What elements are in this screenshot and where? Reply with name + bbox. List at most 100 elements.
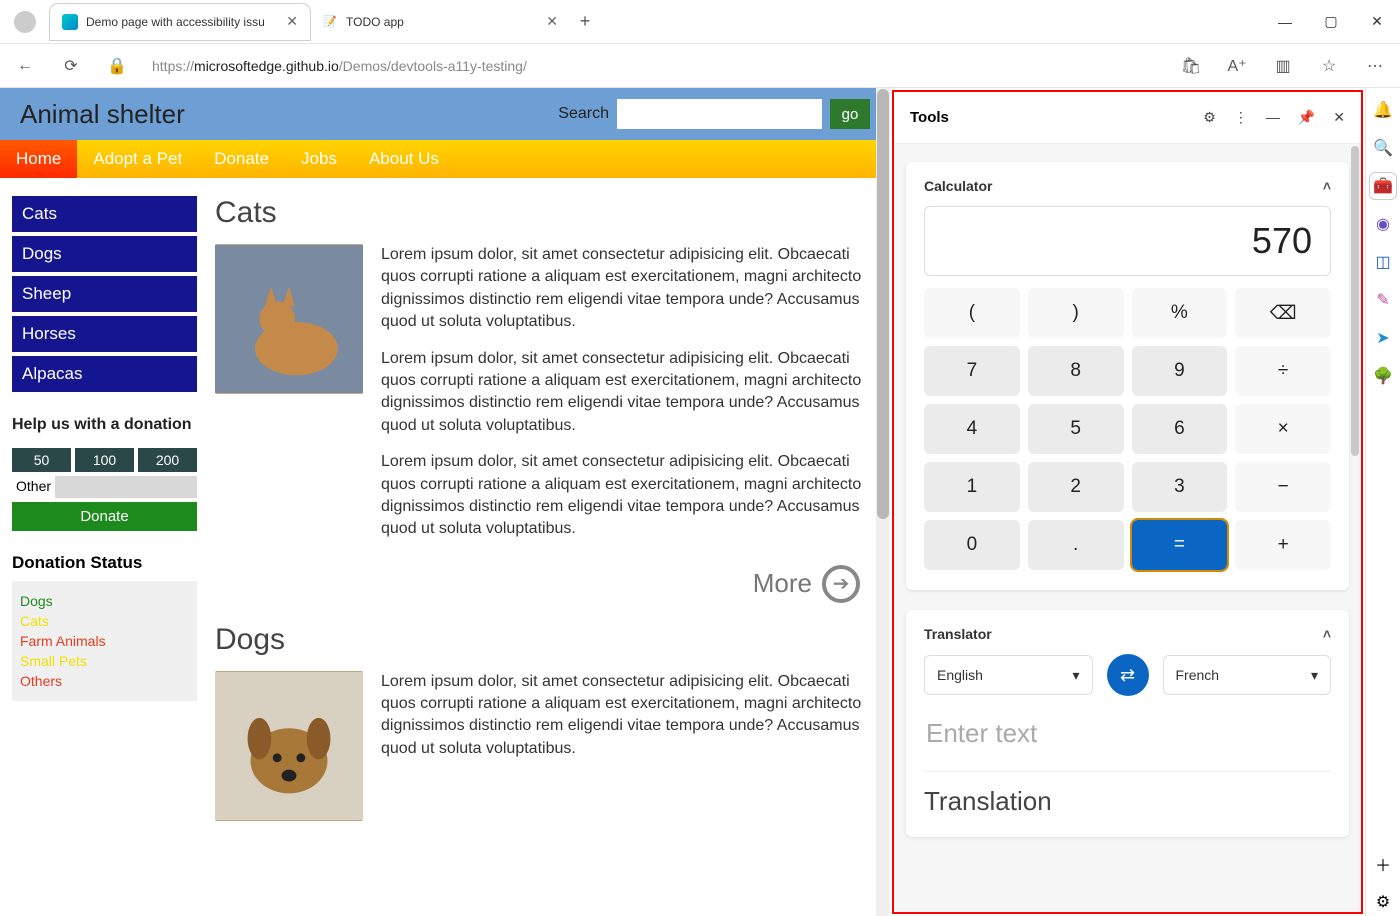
calc-key-)[interactable]: ) <box>1028 288 1124 338</box>
category-sheep[interactable]: Sheep <box>12 276 197 312</box>
donation-200[interactable]: 200 <box>138 448 197 472</box>
calc-key-×[interactable]: × <box>1235 404 1331 454</box>
calc-key-.[interactable]: . <box>1028 520 1124 570</box>
send-icon[interactable]: ➤ <box>1369 324 1397 352</box>
calc-key-4[interactable]: 4 <box>924 404 1020 454</box>
calc-key-2[interactable]: 2 <box>1028 462 1124 512</box>
close-window-button[interactable]: ✕ <box>1354 0 1400 44</box>
dogs-para-1: Lorem ipsum dolor, sit amet consectetur … <box>381 671 878 761</box>
category-alpacas[interactable]: Alpacas <box>12 356 197 392</box>
donation-100[interactable]: 100 <box>75 448 134 472</box>
browser-tab-1[interactable]: Demo page with accessibility issu ✕ <box>50 4 310 40</box>
profile-avatar[interactable] <box>14 11 36 33</box>
dstatus-smallpets[interactable]: Small Pets <box>20 653 189 669</box>
calc-key-−[interactable]: − <box>1235 462 1331 512</box>
chevron-down-icon: ▾ <box>1311 667 1318 684</box>
calc-key-%[interactable]: % <box>1132 288 1228 338</box>
calc-key-6[interactable]: 6 <box>1132 404 1228 454</box>
add-sidebar-icon[interactable]: ＋ <box>1369 850 1397 878</box>
calc-key-+[interactable]: + <box>1235 520 1331 570</box>
more-icon[interactable]: ⋯ <box>1358 49 1392 83</box>
calc-key-⌫[interactable]: ⌫ <box>1235 288 1331 338</box>
close-tab-icon[interactable]: ✕ <box>286 13 298 30</box>
donation-other-label: Other <box>12 476 55 498</box>
maximize-button[interactable]: ▢ <box>1308 0 1354 44</box>
nav-about[interactable]: About Us <box>353 140 455 178</box>
settings-gear-icon[interactable]: ⚙ <box>1369 888 1397 916</box>
donate-button[interactable]: Donate <box>12 502 197 531</box>
calc-key-0[interactable]: 0 <box>924 520 1020 570</box>
category-cats[interactable]: Cats <box>12 196 197 232</box>
calc-key-8[interactable]: 8 <box>1028 346 1124 396</box>
close-tab-icon[interactable]: ✕ <box>546 13 558 30</box>
swap-languages-button[interactable]: ⇄ <box>1107 654 1149 696</box>
collapse-calculator-icon[interactable]: ˄ <box>1323 178 1331 194</box>
new-tab-button[interactable]: + <box>570 11 600 32</box>
tools-icon[interactable]: 🧰 <box>1369 172 1397 200</box>
more-link[interactable]: More ➔ <box>215 565 860 603</box>
tools-header: Tools ⚙ ⋮ — 📌 ✕ <box>894 92 1361 144</box>
translator-card: Translator ˄ English▾ ⇄ French▾ Enter te… <box>906 610 1349 837</box>
browser-tab-2[interactable]: 📝 TODO app ✕ <box>310 4 570 40</box>
outlook-icon[interactable]: ◫ <box>1369 248 1397 276</box>
dstatus-others[interactable]: Others <box>20 673 189 689</box>
window-titlebar: Demo page with accessibility issu ✕ 📝 TO… <box>0 0 1400 44</box>
calc-key-7[interactable]: 7 <box>924 346 1020 396</box>
donation-other-input[interactable] <box>55 476 197 498</box>
calc-key-1[interactable]: 1 <box>924 462 1020 512</box>
url-path: /Demos/devtools-a11y-testing/ <box>339 58 527 74</box>
site-info-icon[interactable]: 🔒 <box>100 49 134 83</box>
translator-title: Translator <box>924 626 992 642</box>
search-icon[interactable]: 🔍 <box>1369 134 1397 162</box>
translator-input[interactable]: Enter text <box>924 712 1331 771</box>
category-horses[interactable]: Horses <box>12 316 197 352</box>
pin-icon[interactable]: 📌 <box>1298 109 1315 126</box>
page-viewport: Animal shelter Search go Home Adopt a Pe… <box>0 88 890 916</box>
collapse-translator-icon[interactable]: ˄ <box>1323 626 1331 642</box>
search-input[interactable] <box>617 99 822 129</box>
tools-title: Tools <box>910 109 949 126</box>
more-vertical-icon[interactable]: ⋮ <box>1234 109 1248 126</box>
close-panel-icon[interactable]: ✕ <box>1333 109 1345 126</box>
lang-to-select[interactable]: French▾ <box>1163 655 1332 695</box>
calc-key-5[interactable]: 5 <box>1028 404 1124 454</box>
calc-key-9[interactable]: 9 <box>1132 346 1228 396</box>
minimize-button[interactable]: — <box>1262 0 1308 44</box>
category-dogs[interactable]: Dogs <box>12 236 197 272</box>
tree-icon[interactable]: 🌳 <box>1369 362 1397 390</box>
calc-key-([interactable]: ( <box>924 288 1020 338</box>
nav-adopt[interactable]: Adopt a Pet <box>77 140 198 178</box>
browser-sidebar: 🔔 🔍 🧰 ◉ ◫ ✎ ➤ 🌳 ＋ ⚙ <box>1365 88 1400 916</box>
dstatus-cats[interactable]: Cats <box>20 613 189 629</box>
dstatus-farm[interactable]: Farm Animals <box>20 633 189 649</box>
donation-amounts: 50 100 200 <box>12 448 197 472</box>
shopping-icon[interactable]: 🛍 <box>1174 49 1208 83</box>
donation-50[interactable]: 50 <box>12 448 71 472</box>
cats-para-3: Lorem ipsum dolor, sit amet consectetur … <box>381 451 878 541</box>
nav-jobs[interactable]: Jobs <box>285 140 353 178</box>
bell-icon[interactable]: 🔔 <box>1369 96 1397 124</box>
calculator-card: Calculator ˄ 570 ()%⌫789÷456×123−0.=+ <box>906 162 1349 590</box>
read-aloud-icon[interactable]: A⁺ <box>1220 49 1254 83</box>
dstatus-dogs[interactable]: Dogs <box>20 593 189 609</box>
refresh-button[interactable]: ⟳ <box>54 49 88 83</box>
todo-favicon-icon: 📝 <box>322 14 338 30</box>
edit-icon[interactable]: ✎ <box>1369 286 1397 314</box>
copilot-icon[interactable]: ◉ <box>1369 210 1397 238</box>
reader-icon[interactable]: ▥ <box>1266 49 1300 83</box>
settings-sliders-icon[interactable]: ⚙ <box>1203 109 1216 126</box>
back-button[interactable]: ← <box>8 49 42 83</box>
calculator-title: Calculator <box>924 178 992 194</box>
favorite-icon[interactable]: ☆ <box>1312 49 1346 83</box>
page-scrollbar[interactable] <box>876 88 890 916</box>
nav-home[interactable]: Home <box>0 140 77 178</box>
lang-from-select[interactable]: English▾ <box>924 655 1093 695</box>
tools-scrollbar[interactable] <box>1351 146 1359 456</box>
minimize-panel-icon[interactable]: — <box>1266 109 1280 126</box>
address-bar[interactable]: https://microsoftedge.github.io/Demos/de… <box>146 58 1162 74</box>
calc-key-÷[interactable]: ÷ <box>1235 346 1331 396</box>
calc-key-3[interactable]: 3 <box>1132 462 1228 512</box>
nav-donate[interactable]: Donate <box>198 140 285 178</box>
calc-key-=[interactable]: = <box>1132 520 1228 570</box>
search-go-button[interactable]: go <box>830 99 870 129</box>
